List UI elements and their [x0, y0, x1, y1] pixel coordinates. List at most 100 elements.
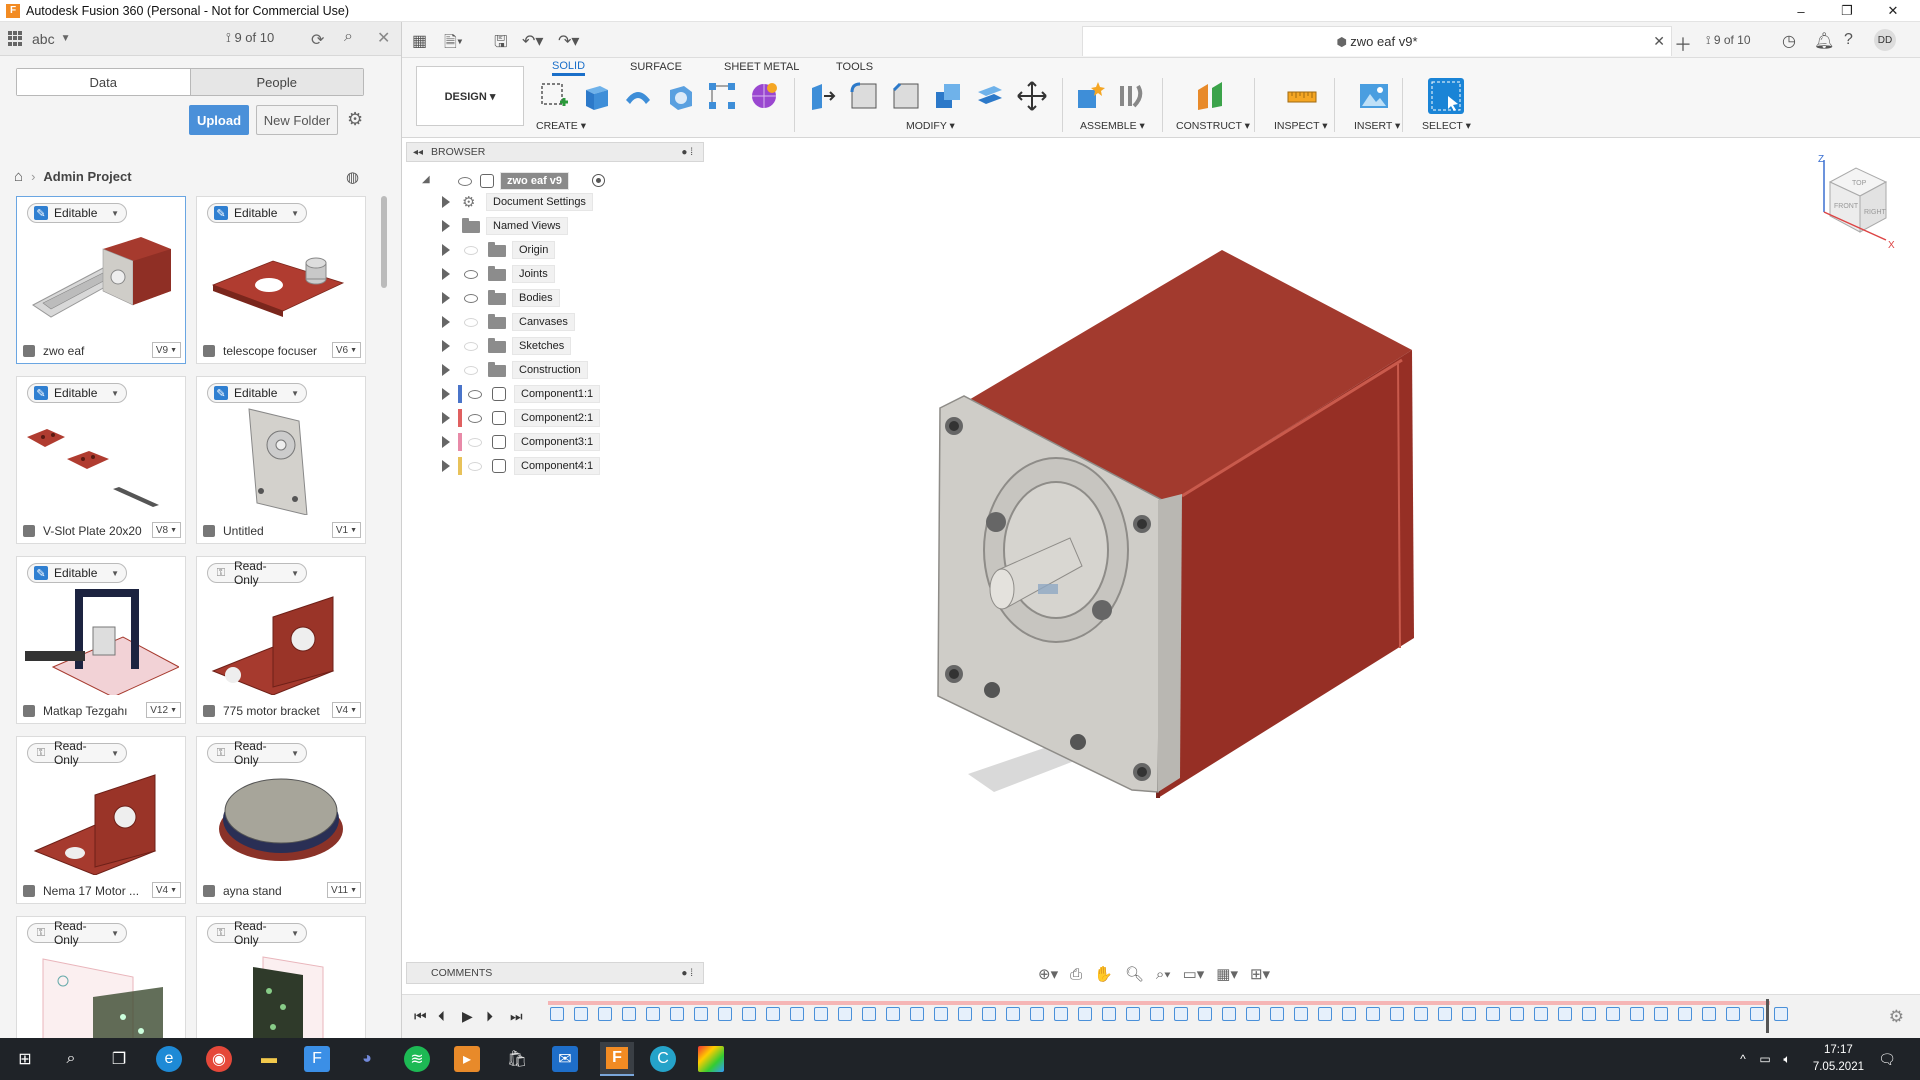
activate-radio-icon[interactable] — [592, 174, 605, 187]
extrude-icon[interactable] — [580, 80, 612, 112]
globe-icon[interactable]: ◍ — [346, 168, 359, 186]
design-card[interactable]: ⚿ Read-Only ▼ — [16, 916, 186, 1056]
timeline-feature-icon[interactable] — [1078, 1007, 1092, 1021]
browser-item[interactable]: Component2:1 — [440, 408, 700, 428]
timeline-feature-icon[interactable] — [574, 1007, 588, 1021]
go-to-end-icon[interactable]: ⏭ — [510, 1008, 523, 1025]
timeline-track[interactable] — [548, 1001, 1770, 1005]
construct-group-menu[interactable]: CONSTRUCT ▾ — [1176, 120, 1250, 132]
browser-item-label[interactable]: Document Settings — [486, 193, 593, 211]
timeline-feature-icon[interactable] — [1270, 1007, 1284, 1021]
browser-item[interactable]: Component4:1 — [440, 456, 700, 476]
expand-triangle-icon[interactable] — [442, 292, 450, 304]
version-badge[interactable]: V12 ▼ — [146, 702, 181, 718]
design-card[interactable]: ✎ Editable ▼ Untitled V1 ▼ — [196, 376, 366, 544]
tab-surface[interactable]: SURFACE — [630, 58, 682, 76]
pan-icon[interactable]: ✋ — [1094, 965, 1113, 983]
browser-item[interactable]: Bodies — [440, 288, 700, 308]
timeline-feature-icon[interactable] — [814, 1007, 828, 1021]
media-player-icon[interactable]: ▸ — [454, 1046, 480, 1072]
timeline-feature-icon[interactable] — [1102, 1007, 1116, 1021]
cura-icon[interactable]: C — [650, 1046, 676, 1072]
timeline-feature-icon[interactable] — [1438, 1007, 1452, 1021]
form-icon[interactable] — [748, 80, 780, 112]
comments-panel-header[interactable]: COMMENTS ● ⁞ — [406, 962, 704, 984]
clock-icon[interactable]: ◷ — [1782, 31, 1796, 51]
close-tab-icon[interactable]: ✕ — [1653, 33, 1665, 50]
restore-button[interactable]: ❐ — [1824, 0, 1870, 22]
display-settings-icon[interactable]: ▭▾ — [1183, 965, 1205, 983]
timeline-feature-icon[interactable] — [1246, 1007, 1260, 1021]
press-pull-icon[interactable] — [806, 80, 838, 112]
design-card[interactable]: ⚿ Read-Only ▼ ayna stand V11 ▼ — [196, 736, 366, 904]
timeline-feature-icon[interactable] — [910, 1007, 924, 1021]
timeline-feature-icon[interactable] — [1030, 1007, 1044, 1021]
expand-triangle-icon[interactable] — [442, 436, 450, 448]
search-icon[interactable]: ⌕ — [58, 1046, 84, 1072]
timeline-feature-icon[interactable] — [598, 1007, 612, 1021]
timeline-feature-icon[interactable] — [1366, 1007, 1380, 1021]
avatar[interactable]: DD — [1874, 29, 1896, 51]
revolve-icon[interactable] — [622, 80, 654, 112]
visibility-eye-icon[interactable] — [464, 318, 478, 327]
viewcube-top-label[interactable]: TOP — [1852, 180, 1867, 187]
store-icon[interactable]: 🛍︎ — [504, 1046, 530, 1072]
offset-plane-icon[interactable] — [1194, 80, 1226, 112]
timeline-feature-icon[interactable] — [1726, 1007, 1740, 1021]
timeline-feature-icon[interactable] — [838, 1007, 852, 1021]
visibility-eye-icon[interactable] — [464, 366, 478, 375]
redo-icon[interactable]: ↷▾ — [558, 31, 579, 51]
document-tab[interactable]: ⬢ zwo eaf v9* ✕ — [1082, 26, 1672, 56]
expand-triangle-icon[interactable] — [442, 220, 450, 232]
timeline-feature-icon[interactable] — [1702, 1007, 1716, 1021]
assemble-group-menu[interactable]: ASSEMBLE ▾ — [1080, 120, 1145, 132]
inspect-group-menu[interactable]: INSPECT ▾ — [1274, 120, 1328, 132]
file-explorer-icon[interactable]: ▬ — [256, 1046, 282, 1072]
design-card[interactable]: ⚿ Read-Only ▼ Nema 17 Motor ... V4 ▼ — [16, 736, 186, 904]
viewcube[interactable]: TOP FRONT RIGHT Z X — [1810, 152, 1902, 252]
browser-item-label[interactable]: Named Views — [486, 217, 568, 235]
timeline-feature-icon[interactable] — [670, 1007, 684, 1021]
timeline-feature-icon[interactable] — [1414, 1007, 1428, 1021]
fillet-icon[interactable] — [848, 80, 880, 112]
timeline-feature-icon[interactable] — [1606, 1007, 1620, 1021]
notification-icon[interactable]: 🗨︎ — [1874, 1046, 1900, 1072]
chevron-down-icon[interactable]: ▼ — [61, 33, 71, 44]
mail-icon[interactable]: ✉ — [552, 1046, 578, 1072]
expand-triangle-icon[interactable] — [442, 412, 450, 424]
gear-icon[interactable]: ⚙ — [1889, 1007, 1904, 1027]
visibility-eye-icon[interactable] — [458, 177, 472, 186]
expand-triangle-icon[interactable] — [442, 268, 450, 280]
visibility-eye-icon[interactable] — [468, 390, 482, 399]
timeline-feature-icon[interactable] — [694, 1007, 708, 1021]
version-badge[interactable]: V1 ▼ — [331, 522, 361, 538]
version-badge[interactable]: V8 ▼ — [151, 522, 181, 538]
design-card[interactable]: ✎ Editable ▼ zwo eaf V9 ▼ — [16, 196, 186, 364]
insert-group-menu[interactable]: INSERT ▾ — [1354, 120, 1400, 132]
timeline-feature-icon[interactable] — [718, 1007, 732, 1021]
status-badge[interactable]: ✎ Editable ▼ — [207, 383, 307, 403]
design-card[interactable]: ✎ Editable ▼ Matkap Tezgahı V12 ▼ — [16, 556, 186, 724]
browser-item[interactable]: ⚙ Document Settings — [440, 192, 700, 212]
timeline-feature-icon[interactable] — [1558, 1007, 1572, 1021]
visibility-eye-icon[interactable] — [468, 462, 482, 471]
combine-icon[interactable] — [932, 80, 964, 112]
taskbar-clock[interactable]: 17:17 7.05.2021 — [1813, 1042, 1864, 1076]
status-badge[interactable]: ✎ Editable ▼ — [27, 383, 127, 403]
version-badge[interactable]: V4 ▼ — [331, 702, 361, 718]
browser-pin-icon[interactable]: ● ⁞ — [681, 147, 693, 158]
shell-icon[interactable] — [664, 80, 696, 112]
timeline-feature-icon[interactable] — [646, 1007, 660, 1021]
select-icon[interactable] — [1428, 78, 1464, 114]
browser-item[interactable]: Component3:1 — [440, 432, 700, 452]
timeline-feature-icon[interactable] — [1126, 1007, 1140, 1021]
viewports-icon[interactable]: ⊞▾ — [1250, 965, 1270, 983]
version-badge[interactable]: V6 ▼ — [331, 342, 361, 358]
timeline-feature-icon[interactable] — [1006, 1007, 1020, 1021]
new-tab-icon[interactable]: ＋ — [1674, 31, 1692, 57]
browser-item[interactable]: Component1:1 — [440, 384, 700, 404]
viewcube-front-label[interactable]: FRONT — [1834, 203, 1859, 210]
timeline-feature-icon[interactable] — [1654, 1007, 1668, 1021]
gear-icon[interactable]: ⚙ — [347, 109, 363, 130]
modify-group-menu[interactable]: MODIFY ▾ — [906, 120, 955, 132]
